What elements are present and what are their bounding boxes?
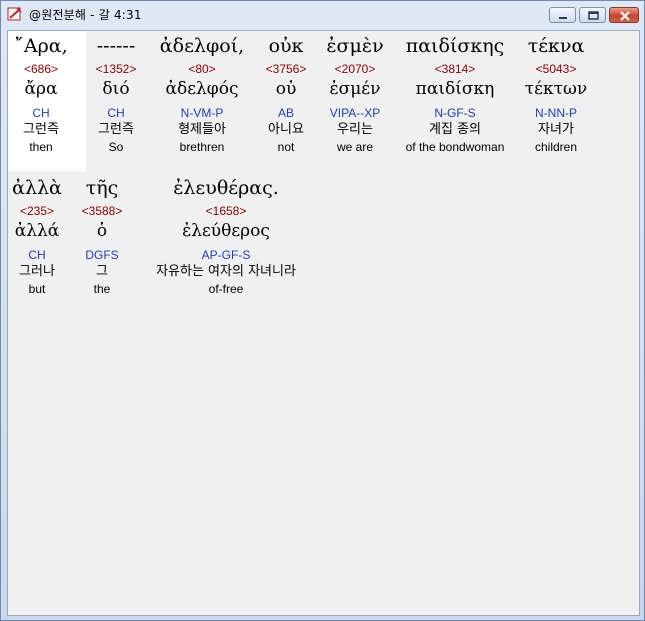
korean-gloss: 자유하는 여자의 자녀니라 [156,264,296,279]
strong-number: <1352> [95,62,137,76]
strong-number: <5043> [535,62,577,76]
greek-word: παιδίσκης [405,35,505,57]
korean-gloss: 자녀가 [538,122,574,137]
parsing-code: N-NN-P [535,106,577,120]
lemma: ἀδελφός [165,79,239,99]
greek-word: ἐλευθέρας. [173,177,279,199]
lemma: ὁ [96,221,108,241]
english-gloss: of-free [208,282,244,296]
english-gloss: children [534,140,578,154]
english-gloss: So [108,140,124,154]
word-block[interactable]: ἀλλὰ <235> ἀλλά CH 그러나 but [8,175,66,297]
word-block[interactable]: οὐκ <3756> οὐ AB 아니요 not [258,33,314,155]
close-icon [620,11,630,21]
word-block[interactable]: τέκνα <5043> τέκτων N-NN-P 자녀가 children [520,33,592,155]
word-block[interactable]: ἐσμὲν <2070> ἐσμέν VIPA--XP 우리는 we are [320,33,390,155]
strong-number: <3814> [434,62,476,76]
lemma: ἐσμέν [329,79,381,99]
word-block[interactable]: ------ <1352> διό CH 그런즉 So [86,33,146,155]
parsing-code: AB [277,106,294,120]
parsing-code: CH [28,248,46,262]
word-block[interactable]: τῆς <3588> ὁ DGFS 그 the [74,175,130,297]
parsing-code: N-GF-S [434,106,476,120]
lemma: τέκτων [524,79,588,99]
strong-number: <686> [23,62,59,76]
title-bar[interactable]: @원전분해 - 갈 4:31 [1,1,644,28]
parsing-code: CH [32,106,50,120]
strong-number: <2070> [334,62,376,76]
word-block[interactable]: παιδίσκης <3814> παιδίσκη N-GF-S 계집 종의 o… [398,33,512,155]
english-gloss: but [28,282,46,296]
english-gloss: then [29,140,53,154]
lemma: παιδίσκη [415,79,495,99]
greek-word: τέκνα [527,35,585,57]
lemma: ἀλλά [14,221,60,241]
korean-gloss: 그런즉 [98,122,134,137]
lemma: διό [102,79,130,99]
english-gloss: brethren [179,140,225,154]
parsing-code: N-VM-P [180,106,224,120]
parsing-code: AP-GF-S [201,248,251,262]
close-button[interactable] [609,7,639,23]
greek-word: ------ [96,35,136,57]
english-gloss: not [277,140,295,154]
minimize-icon [559,17,567,19]
greek-word: ῎Αρα, [14,35,68,57]
korean-gloss: 그러나 [19,264,55,279]
korean-gloss: 그 [96,264,108,279]
strong-number: <1658> [205,204,247,218]
lemma: ἐλεύθερος [182,221,270,241]
word-block[interactable]: ῎Αρα, <686> ἄρα CH 그런즉 then [8,33,74,155]
parsing-code: VIPA--XP [329,106,381,120]
maximize-button[interactable] [579,7,606,23]
korean-gloss: 우리는 [337,122,373,137]
greek-word: οὐκ [268,35,304,57]
maximize-icon [588,11,599,20]
bible-app-icon [7,6,23,22]
lemma: οὐ [275,79,297,99]
english-gloss: of the bondwoman [405,140,505,154]
strong-number: <3756> [265,62,307,76]
word-block[interactable]: ἀδελφοί, <80> ἀδελφός N-VM-P 형제들아 brethr… [156,33,248,155]
word-block[interactable]: ἐλευθέρας. <1658> ἐλεύθερος AP-GF-S 자유하는… [134,175,318,297]
greek-word: ἀδελφοί, [159,35,245,57]
minimize-button[interactable] [549,7,576,23]
greek-word: ἀλλὰ [12,177,62,199]
lemma: ἄρα [24,79,58,99]
app-window: @원전분해 - 갈 4:31 ῎Αρα, <686> ἄρα CH 그런즉 th… [0,0,645,621]
english-gloss: the [93,282,111,296]
strong-number: <3588> [81,204,123,218]
korean-gloss: 아니요 [268,122,304,137]
analysis-pane: ῎Αρα, <686> ἄρα CH 그런즉 then ------ <1352… [7,30,640,616]
greek-word: ἐσμὲν [326,35,384,57]
english-gloss: we are [336,140,374,154]
korean-gloss: 계집 종의 [429,122,481,137]
window-title: @원전분해 - 갈 4:31 [29,8,142,22]
parsing-code: DGFS [85,248,119,262]
korean-gloss: 그런즉 [23,122,59,137]
greek-word: τῆς [85,177,119,199]
korean-gloss: 형제들아 [178,122,226,137]
strong-number: <80> [188,62,216,76]
strong-number: <235> [19,204,55,218]
parsing-code: CH [107,106,125,120]
